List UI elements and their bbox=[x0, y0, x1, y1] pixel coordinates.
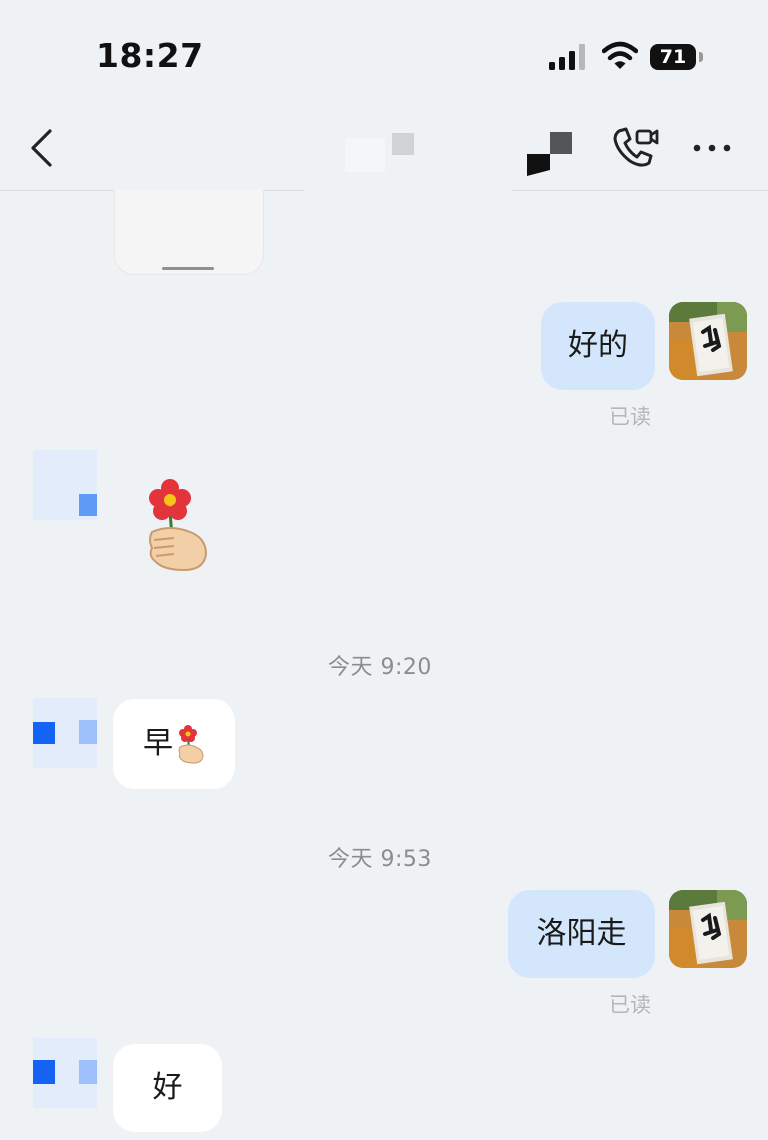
collapsed-card[interactable] bbox=[114, 190, 264, 275]
avatar-image bbox=[669, 302, 747, 380]
hand-holding-flower-emoji[interactable] bbox=[140, 478, 216, 574]
message-text: 好的 bbox=[568, 328, 628, 363]
message-bubble-sent[interactable]: 好的 bbox=[541, 302, 655, 390]
wifi-icon bbox=[602, 41, 638, 69]
battery-icon: 71 bbox=[650, 44, 704, 70]
message-text: 洛阳走 bbox=[536, 916, 627, 951]
read-receipt: 已读 bbox=[609, 993, 651, 1017]
back-icon[interactable] bbox=[28, 128, 56, 168]
battery-level: 71 bbox=[650, 44, 696, 70]
contact-avatar[interactable] bbox=[33, 1038, 97, 1108]
avatar-image bbox=[669, 890, 747, 968]
timestamp: 今天 9:53 bbox=[328, 847, 432, 872]
my-avatar[interactable] bbox=[669, 302, 747, 380]
nav-divider bbox=[512, 190, 768, 191]
read-receipt: 已读 bbox=[609, 405, 651, 429]
cellular-signal-icon bbox=[549, 44, 585, 70]
drag-handle[interactable] bbox=[162, 267, 214, 270]
contact-badge-icon[interactable] bbox=[527, 132, 572, 176]
message-text: 早 bbox=[143, 726, 173, 761]
chat-title-redacted bbox=[345, 138, 385, 172]
chat-title-redacted-block bbox=[392, 133, 414, 155]
message-bubble-received[interactable]: 好 bbox=[113, 1044, 222, 1132]
phone-video-icon[interactable] bbox=[611, 125, 659, 169]
status-time: 18:27 bbox=[96, 36, 204, 75]
message-text: 好 bbox=[152, 1070, 183, 1105]
contact-avatar[interactable] bbox=[33, 450, 97, 520]
more-icon[interactable] bbox=[692, 138, 732, 158]
message-bubble-sent[interactable]: 洛阳走 bbox=[508, 890, 655, 978]
hand-holding-flower-emoji bbox=[178, 725, 204, 764]
timestamp: 今天 9:20 bbox=[328, 655, 432, 680]
contact-avatar[interactable] bbox=[33, 698, 97, 768]
my-avatar[interactable] bbox=[669, 890, 747, 968]
message-bubble-received[interactable]: 早 bbox=[113, 699, 235, 789]
